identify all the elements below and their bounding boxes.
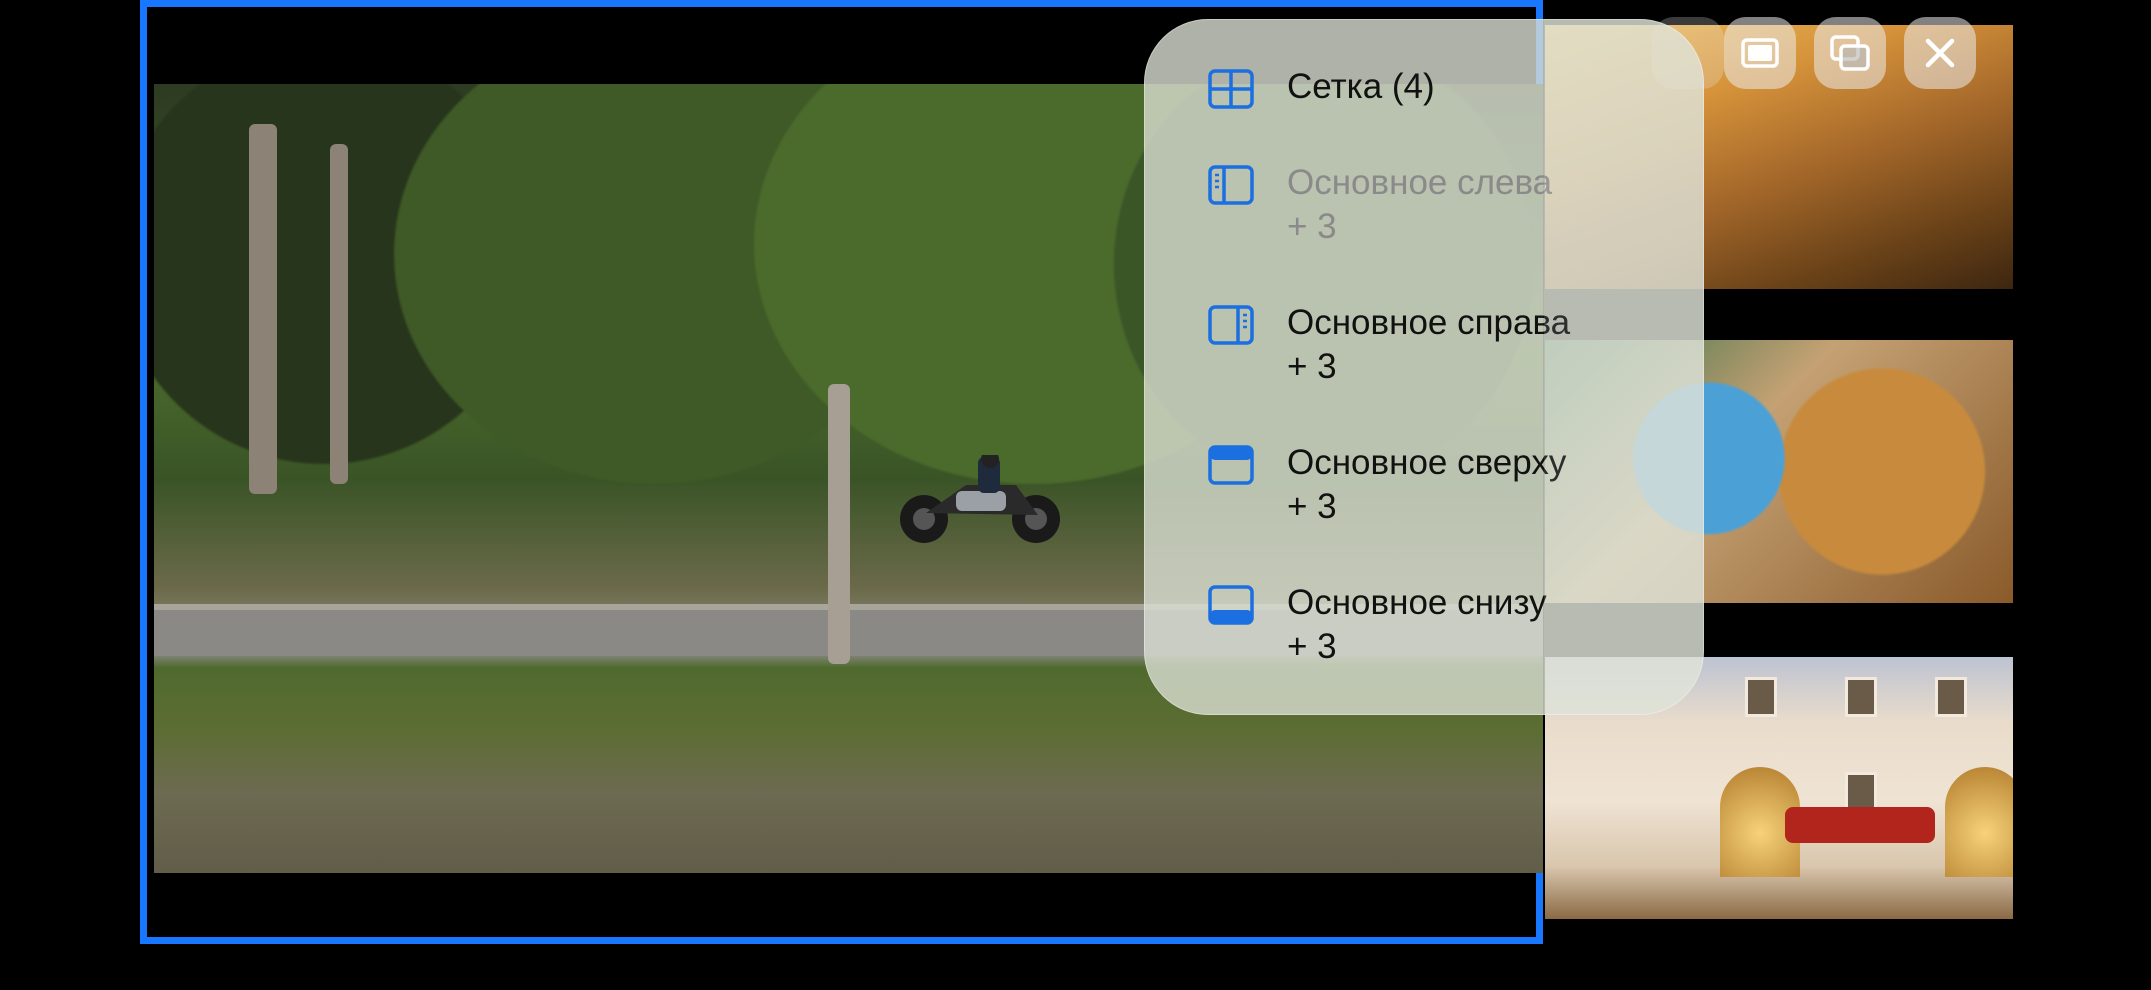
menu-item-label-line2: + 3 xyxy=(1287,347,1337,386)
menu-item-label: Основное сверху + 3 xyxy=(1287,441,1566,529)
close-icon xyxy=(1925,38,1955,68)
close-button[interactable] xyxy=(1904,17,1976,89)
house-window xyxy=(1935,677,1967,717)
toy-train xyxy=(1785,807,1935,843)
menu-item-label-line1: Основное сверху xyxy=(1287,443,1567,482)
panel-top-icon xyxy=(1208,445,1254,485)
house-window xyxy=(1845,772,1877,812)
menu-item-label-line1: Основное справа xyxy=(1287,303,1571,342)
motorcycle xyxy=(900,455,1060,543)
menu-item-label-line2: + 3 xyxy=(1287,627,1337,666)
house-arch xyxy=(1945,767,2013,877)
menu-item-label: Основное справа + 3 xyxy=(1287,301,1570,389)
menu-item-label-line2: + 3 xyxy=(1287,207,1337,246)
fullscreen-icon xyxy=(1741,38,1779,68)
house-window xyxy=(1845,677,1877,717)
menu-item-label: Основное слева + 3 xyxy=(1287,161,1552,249)
menu-item-label-line1: Основное снизу xyxy=(1287,583,1547,622)
menu-item-primary-top[interactable]: Основное сверху + 3 xyxy=(1208,441,1566,529)
house-window xyxy=(1745,677,1777,717)
panel-bottom-icon xyxy=(1208,585,1254,625)
sidebar-right-icon xyxy=(1208,305,1254,345)
sidebar-left-icon xyxy=(1208,165,1254,205)
picture-in-picture-icon xyxy=(1830,35,1870,71)
menu-item-label-line1: Сетка (4) xyxy=(1287,67,1435,106)
fullscreen-button[interactable] xyxy=(1724,17,1796,89)
menu-item-grid[interactable]: Сетка (4) xyxy=(1208,65,1435,109)
grid-icon xyxy=(1208,69,1254,109)
layout-menu: Сетка (4) Основное слева + 3 Основное сп… xyxy=(1144,19,1704,715)
menu-item-label: Сетка (4) xyxy=(1287,65,1435,109)
menu-item-label-line2: + 3 xyxy=(1287,487,1337,526)
menu-item-primary-bottom[interactable]: Основное снизу + 3 xyxy=(1208,581,1547,669)
menu-item-label: Основное снизу + 3 xyxy=(1287,581,1547,669)
menu-item-label-line1: Основное слева xyxy=(1287,163,1553,202)
menu-item-primary-right[interactable]: Основное справа + 3 xyxy=(1208,301,1570,389)
menu-item-primary-left[interactable]: Основное слева + 3 xyxy=(1208,161,1552,249)
picture-in-picture-button[interactable] xyxy=(1814,17,1886,89)
